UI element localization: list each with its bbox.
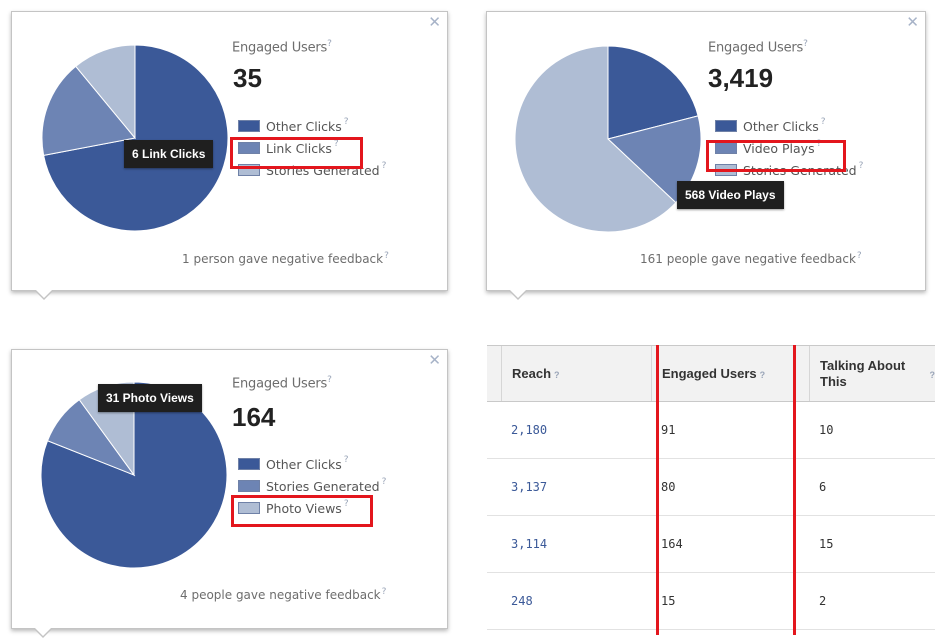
engaged-users-label: Engaged Users? [232, 375, 332, 391]
engaged-users-label: Engaged Users? [708, 39, 808, 55]
reach-cell[interactable]: 3,137 [501, 459, 651, 515]
swatch-dark-blue [238, 120, 260, 132]
engaged-users-value: 35 [233, 63, 262, 94]
negative-feedback-text[interactable]: 161 people gave negative feedback? [640, 252, 862, 266]
negative-feedback-text[interactable]: 1 person gave negative feedback? [182, 252, 389, 266]
help-icon[interactable]: ? [859, 161, 864, 171]
legend-item-stories-generated[interactable]: Stories Generated? [238, 475, 386, 497]
engagement-pie-chart [35, 38, 235, 238]
insights-popup-link-clicks: ✕ Engaged Users? 35 Other Clicks? Link C… [11, 11, 448, 291]
reach-cell[interactable]: 248 [501, 573, 651, 629]
help-icon[interactable]: ? [382, 161, 387, 171]
help-icon[interactable]: ? [821, 117, 826, 127]
talking-about-cell: 2 [809, 573, 935, 629]
help-icon[interactable]: ? [930, 367, 935, 383]
close-icon[interactable]: ✕ [428, 353, 441, 368]
highlight-box [706, 140, 846, 172]
help-icon[interactable]: ? [382, 477, 387, 487]
help-icon[interactable]: ? [857, 251, 862, 261]
talking-about-cell: 6 [809, 459, 935, 515]
col-header-reach[interactable]: Reach? [501, 346, 651, 401]
talking-about-cell: 10 [809, 402, 935, 458]
insights-popup-video-plays: ✕ Engaged Users? 3,419 Other Clicks? Vid… [486, 11, 926, 291]
close-icon[interactable]: ✕ [906, 15, 919, 30]
help-icon[interactable]: ? [382, 587, 387, 597]
popup-pointer [509, 291, 527, 300]
engagement-pie-chart [508, 39, 708, 239]
close-icon[interactable]: ✕ [428, 15, 441, 30]
pie-tooltip: 6 Link Clicks [124, 140, 213, 168]
insights-table: Reach? Engaged Users? Talking About This… [487, 345, 935, 635]
negative-feedback-text[interactable]: 4 people gave negative feedback? [180, 588, 386, 602]
swatch-dark-blue [715, 120, 737, 132]
insights-popup-photo-views: ✕ Engaged Users? 164 Other Clicks? Stori… [11, 349, 448, 629]
talking-about-cell: 15 [809, 516, 935, 572]
swatch-dark-blue [238, 458, 260, 470]
highlight-box [230, 137, 363, 169]
help-icon[interactable]: ? [554, 370, 560, 380]
swatch-mid-blue [238, 480, 260, 492]
highlight-column-box [656, 345, 796, 635]
engaged-users-value: 164 [232, 402, 275, 433]
engaged-users-value: 3,419 [708, 63, 773, 94]
help-icon[interactable]: ? [344, 117, 349, 127]
help-icon[interactable]: ? [384, 251, 389, 261]
reach-cell[interactable]: 3,114 [501, 516, 651, 572]
pie-tooltip: 568 Video Plays [677, 181, 784, 209]
pie-tooltip: 31 Photo Views [98, 384, 202, 412]
legend-item-other-clicks[interactable]: Other Clicks? [238, 453, 386, 475]
popup-pointer [34, 629, 52, 638]
help-icon[interactable]: ? [344, 455, 349, 465]
legend-item-other-clicks[interactable]: Other Clicks? [238, 115, 386, 137]
legend-item-other-clicks[interactable]: Other Clicks? [715, 115, 863, 137]
engaged-users-label: Engaged Users? [232, 39, 332, 55]
reach-cell[interactable]: 2,180 [501, 402, 651, 458]
col-header-talking-about-this[interactable]: Talking About This? [809, 346, 935, 401]
highlight-box [231, 495, 373, 527]
popup-pointer [35, 291, 53, 300]
